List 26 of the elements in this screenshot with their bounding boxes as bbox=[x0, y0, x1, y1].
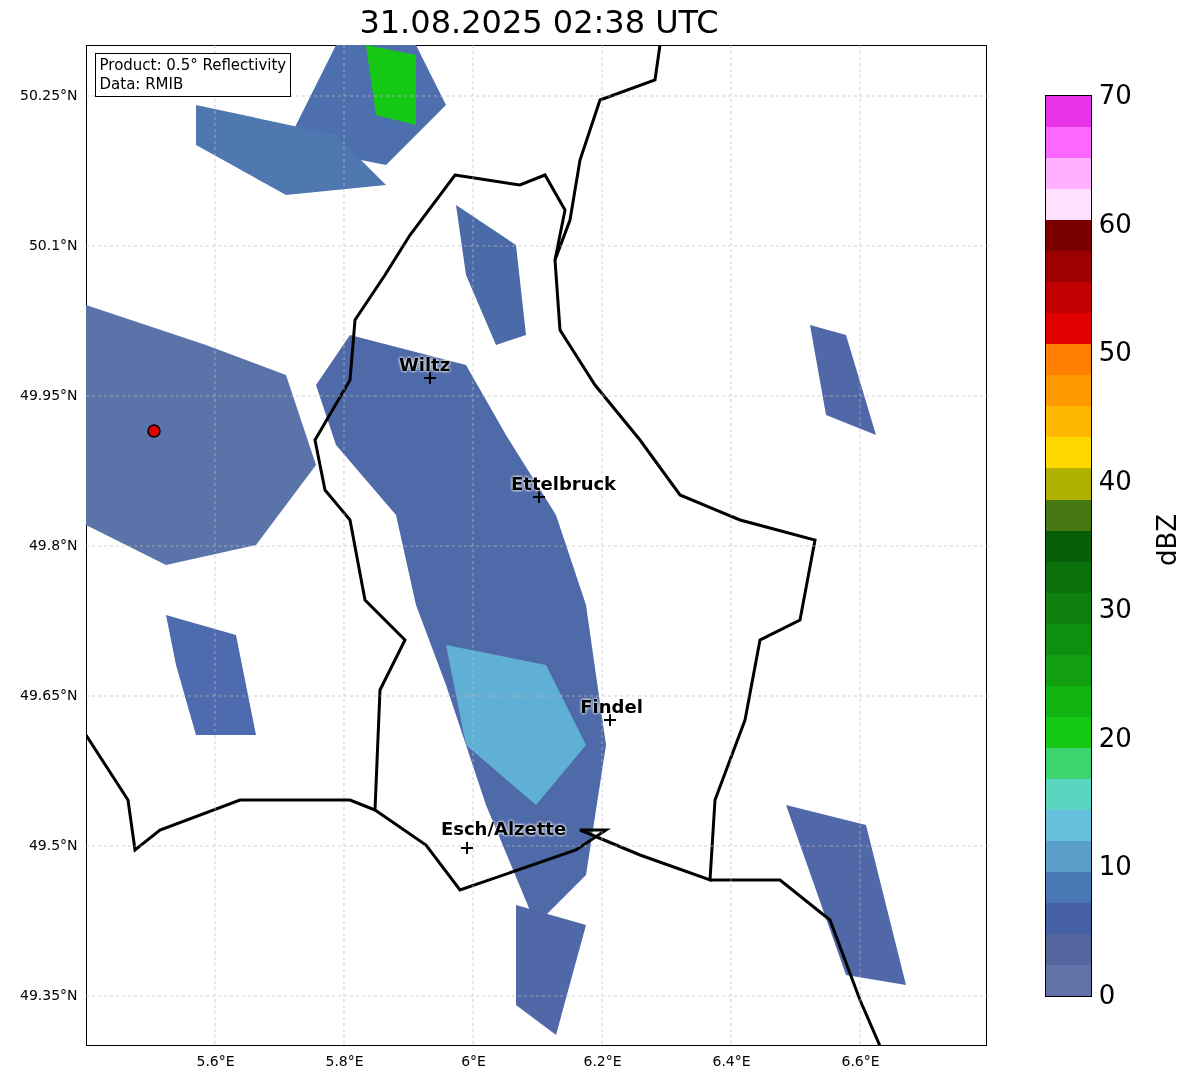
axis-tick-label: 49.35°N bbox=[20, 987, 78, 1003]
axis-tick-label: 49.8°N bbox=[28, 537, 78, 553]
axis-tick-label: 6°E bbox=[461, 1053, 486, 1069]
colorbar-tick-label: 70 bbox=[1098, 80, 1132, 110]
colorbar-tick-label: 20 bbox=[1098, 722, 1132, 753]
axis-tick-label: 50.1°N bbox=[28, 237, 78, 253]
info-text: Data: RMIB bbox=[99, 75, 185, 94]
colorbar-tick-label: 30 bbox=[1098, 594, 1132, 625]
colorbar-tick-label: 10 bbox=[1098, 851, 1132, 882]
axis-tick-label: 49.5°N bbox=[28, 837, 78, 853]
colorbar-tick-label: 40 bbox=[1098, 465, 1132, 496]
axis-tick-label: 5.6°E bbox=[196, 1053, 235, 1069]
axis-tick-label: 6.4°E bbox=[712, 1053, 751, 1069]
axis-tick-label: 6.6°E bbox=[841, 1053, 880, 1069]
chart-title: 31.08.2025 02:38 UTC bbox=[358, 2, 720, 43]
info-text: Product: 0.5° Reflectivity bbox=[99, 56, 287, 75]
axis-tick-label: 49.95°N bbox=[20, 387, 78, 403]
axis-tick-label: 50.25°N bbox=[20, 87, 78, 103]
colorbar-label: dBZ bbox=[1151, 513, 1182, 567]
colorbar-tick-label: 50 bbox=[1098, 337, 1132, 368]
colorbar-tick-label: 0 bbox=[1098, 980, 1116, 1010]
axis-tick-label: 49.65°N bbox=[20, 687, 78, 703]
axis-tick-label: 5.8°E bbox=[325, 1053, 364, 1069]
city-label: Wiltz bbox=[398, 354, 451, 375]
axis-tick-label: 6.2°E bbox=[583, 1053, 622, 1069]
colorbar-tick-label: 60 bbox=[1098, 208, 1132, 239]
